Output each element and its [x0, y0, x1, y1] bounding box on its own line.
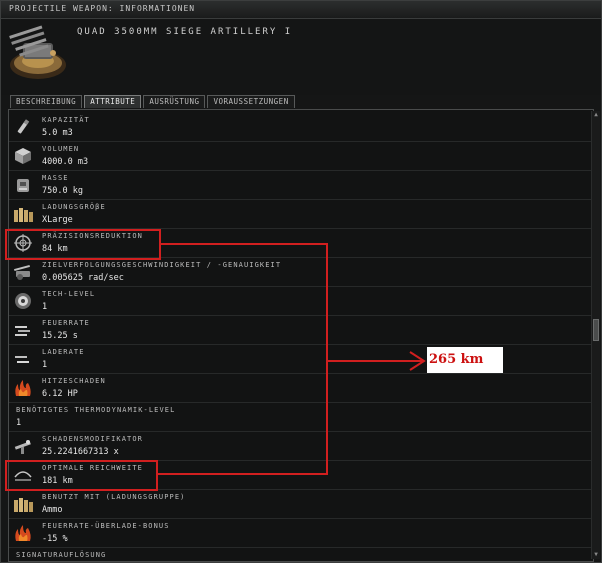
tab-voraussetzungen[interactable]: VORAUSSETZUNGEN: [207, 95, 295, 108]
attribute-value: 1: [42, 302, 48, 312]
capacity-icon: [17, 119, 30, 134]
overload-icon: [15, 525, 31, 541]
tech-level-icon: [15, 293, 31, 309]
attribute-row: LADERATE 1: [9, 345, 593, 374]
attribute-label: FEUERRATE: [42, 319, 90, 327]
damage-modifier-icon: [14, 440, 31, 454]
rate-of-fire-icon: [15, 326, 30, 336]
attribute-value: 5.0 m3: [42, 128, 73, 138]
attribute-label: SIGNATURAUFLÖSUNG: [16, 551, 107, 559]
attribute-label: FEUERRATE-ÜBERLADE-BONUS: [42, 522, 170, 530]
attribute-row: LADUNGSGRÖβE XLarge: [9, 200, 593, 229]
attribute-row: SCHADENSMODIFIKATOR 25.2241667313 x: [9, 432, 593, 461]
window-title: PROJECTILE WEAPON: INFORMATIONEN: [9, 4, 196, 13]
attribute-value: 4000.0 m3: [42, 157, 89, 167]
tab-beschreibung[interactable]: BESCHREIBUNG: [10, 95, 83, 108]
attribute-row: MASSE 750.0 kg: [9, 171, 593, 200]
attribute-label: SCHADENSMODIFIKATOR: [42, 435, 143, 443]
window-titlebar[interactable]: PROJECTILE WEAPON: INFORMATIONEN: [1, 1, 601, 19]
reload-icon: [15, 356, 29, 363]
attribute-row: BENUTZT MIT (LADUNGSGRUPPE) Ammo: [9, 490, 593, 519]
attribute-label: MASSE: [42, 174, 69, 182]
annotation-result: 265 km: [427, 347, 503, 373]
attribute-label: BENÖTIGTES THERMODYNAMIK-LEVEL: [16, 406, 176, 414]
attribute-label: VOLUMEN: [42, 145, 80, 153]
attribute-label: HITZESCHADEN: [42, 377, 106, 385]
attribute-label: ZIELVERFOLGUNGSGESCHWINDIGKEIT / -GENAUI…: [42, 261, 282, 269]
attribute-label: LADUNGSGRÖβE: [42, 203, 106, 211]
attribute-value: 15.25 s: [42, 331, 78, 341]
attribute-row: FEUERRATE 15.25 s: [9, 316, 593, 345]
scroll-up-icon[interactable]: ▲: [593, 112, 599, 118]
attribute-value: 6.12 HP: [42, 389, 78, 399]
volume-icon: [15, 148, 31, 164]
attribute-value: Ammo: [42, 505, 63, 515]
attribute-label: KAPAZITÄT: [42, 116, 90, 124]
attribute-row: ZIELVERFOLGUNGSGESCHWINDIGKEIT / -GENAUI…: [9, 258, 593, 287]
scroll-down-icon[interactable]: ▼: [593, 552, 599, 558]
attribute-row: VOLUMEN 4000.0 m3: [9, 142, 593, 171]
attribute-list: KAPAZITÄT 5.0 m3 VOLUMEN 4000.0 m3 MASSE…: [8, 109, 594, 562]
turret-thumbnail: [9, 25, 66, 79]
attribute-value: 1: [42, 360, 48, 370]
attribute-value: 25.2241667313 x: [42, 447, 119, 457]
ammo-icon: [14, 498, 33, 512]
attribute-row: HITZESCHADEN 6.12 HP: [9, 374, 593, 403]
attribute-value: 750.0 kg: [42, 186, 83, 196]
heat-damage-icon: [15, 380, 31, 396]
attribute-value: -15 %: [42, 534, 68, 544]
charge-size-icon: [14, 208, 33, 222]
attribute-row: FEUERRATE-ÜBERLADE-BONUS -15 %: [9, 519, 593, 548]
attribute-value: XLarge: [42, 215, 73, 225]
attribute-label: BENUTZT MIT (LADUNGSGRUPPE): [42, 493, 186, 501]
mass-icon: [17, 179, 29, 192]
attribute-row: SIGNATURAUFLÖSUNG: [9, 548, 593, 561]
attribute-row: BENÖTIGTES THERMODYNAMIK-LEVEL 1: [9, 403, 593, 432]
attribute-label: LADERATE: [42, 348, 85, 356]
scrollbar[interactable]: ▲ ▼: [591, 111, 600, 559]
tracking-icon: [14, 264, 30, 280]
tab-ausruestung[interactable]: AUSRÜSTUNG: [143, 95, 206, 108]
tab-attribute[interactable]: ATTRIBUTE: [84, 95, 142, 108]
attribute-label: TECH-LEVEL: [42, 290, 96, 298]
item-name: QUAD 3500MM SIEGE ARTILLERY I: [77, 27, 293, 37]
attribute-value: 0.005625 rad/sec: [42, 273, 124, 283]
highlight-falloff: [5, 229, 161, 260]
attribute-value: 1: [16, 418, 22, 428]
scrollbar-thumb[interactable]: [593, 319, 599, 341]
attribute-row: KAPAZITÄT 5.0 m3: [9, 113, 593, 142]
attribute-row: TECH-LEVEL 1: [9, 287, 593, 316]
tab-bar: BESCHREIBUNG ATTRIBUTE AUSRÜSTUNG VORAUS…: [10, 95, 295, 109]
highlight-optimal-range: [5, 460, 158, 491]
